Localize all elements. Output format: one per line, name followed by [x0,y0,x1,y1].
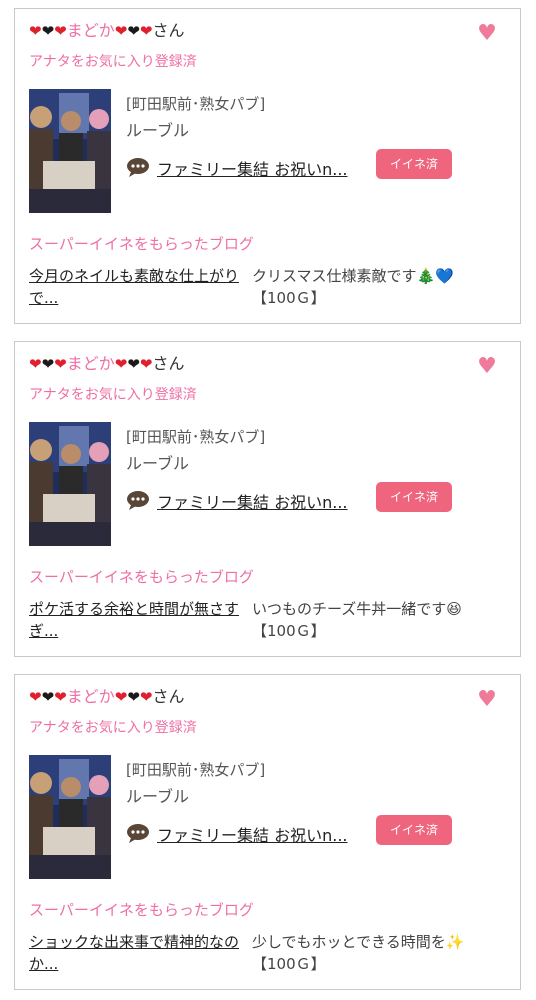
iine-done-badge: イイネ済 [376,815,452,845]
blog-thumbnail[interactable] [29,755,111,879]
thumbnail-photo [29,755,111,879]
comment-text: クリスマス仕様素敵です🎄💙 [252,267,454,285]
thumbnail-photo [29,422,111,546]
super-iine-heading: スーパーイイネをもらったブログ [29,235,254,253]
red-heart-icon: ❤ [139,688,153,706]
liked-blog-title-link[interactable]: ファミリー集結 お祝いn... [157,489,348,513]
shop-name[interactable]: ルーブル [126,783,189,807]
user-name[interactable]: まどか [67,687,115,707]
favorite-status: アナタをお気に入り登録済 [29,387,197,403]
user-line[interactable]: ❤ ❤ ❤ まどか ❤ ❤ ❤ さん [29,21,185,41]
speech-bubble-icon [127,491,149,510]
liked-card: ❤ ❤ ❤ まどか ❤ ❤ ❤ さん アナタをお気に入り登録済 ♥ [町田駅前･… [14,8,521,324]
red-heart-icon: ❤ [139,355,153,373]
my-blog-title-link[interactable]: ポケ活する余裕と時間が無さすぎ... [29,598,249,642]
black-heart-icon: ❤ [127,355,140,373]
black-heart-icon: ❤ [41,22,55,40]
thumbnail-photo [29,89,111,213]
comment-block: いつものチーズ牛丼一緒です😆 【100Ｇ】 [252,598,514,642]
my-blog-title-link[interactable]: ショックな出来事で精神的なのか... [29,931,249,975]
speech-bubble-icon [127,824,149,843]
my-blog-title-link[interactable]: 今月のネイルも素敵な仕上がりで... [29,265,249,309]
user-name[interactable]: まどか [67,21,115,41]
shop-area: [町田駅前･熟女パブ] [126,95,266,113]
red-heart-icon: ❤ [54,688,67,706]
red-heart-icon: ❤ [114,688,128,706]
red-heart-icon: ❤ [114,22,128,40]
red-heart-icon: ❤ [54,355,67,373]
red-heart-icon: ❤ [29,688,42,706]
user-line[interactable]: ❤ ❤ ❤ まどか ❤ ❤ ❤ さん [29,354,185,374]
black-heart-icon: ❤ [41,355,55,373]
iine-done-badge: イイネ済 [376,149,452,179]
iine-done-badge: イイネ済 [376,482,452,512]
heart-icon[interactable]: ♥ [476,356,498,378]
user-line[interactable]: ❤ ❤ ❤ まどか ❤ ❤ ❤ さん [29,687,185,707]
liked-blog-title-link[interactable]: ファミリー集結 お祝いn... [157,822,348,846]
shop-name[interactable]: ルーブル [126,450,189,474]
favorite-status: アナタをお気に入り登録済 [29,54,197,70]
black-heart-icon: ❤ [41,688,55,706]
comment-text: いつものチーズ牛丼一緒です😆 [252,600,462,618]
heart-icon[interactable]: ♥ [476,689,498,711]
speech-bubble-icon [127,158,149,177]
honorific: さん [152,354,185,373]
red-heart-icon: ❤ [54,22,67,40]
shop-area: [町田駅前･熟女パブ] [126,761,266,779]
black-heart-icon: ❤ [127,22,140,40]
liked-blog-title-link[interactable]: ファミリー集結 お祝いn... [157,156,348,180]
comment-text: 少しでもホッとできる時間を✨ [252,933,465,951]
red-heart-icon: ❤ [29,22,42,40]
heart-icon[interactable]: ♥ [476,23,498,45]
red-heart-icon: ❤ [114,355,128,373]
points-text: 【100Ｇ】 [252,289,326,307]
shop-area: [町田駅前･熟女パブ] [126,428,266,446]
shop-name[interactable]: ルーブル [126,117,189,141]
favorite-status: アナタをお気に入り登録済 [29,720,197,736]
comment-block: クリスマス仕様素敵です🎄💙 【100Ｇ】 [252,265,514,309]
blog-thumbnail[interactable] [29,89,111,213]
comment-block: 少しでもホッとできる時間を✨ 【100Ｇ】 [252,931,514,975]
red-heart-icon: ❤ [139,22,153,40]
black-heart-icon: ❤ [127,688,140,706]
red-heart-icon: ❤ [29,355,42,373]
liked-card: ❤ ❤ ❤ まどか ❤ ❤ ❤ さん アナタをお気に入り登録済 ♥ [町田駅前･… [14,341,521,657]
points-text: 【100Ｇ】 [252,622,326,640]
liked-card: ❤ ❤ ❤ まどか ❤ ❤ ❤ さん アナタをお気に入り登録済 ♥ [町田駅前･… [14,674,521,990]
super-iine-heading: スーパーイイネをもらったブログ [29,568,254,586]
honorific: さん [152,21,185,40]
super-iine-heading: スーパーイイネをもらったブログ [29,901,254,919]
honorific: さん [152,687,185,706]
points-text: 【100Ｇ】 [252,955,326,973]
user-name[interactable]: まどか [67,354,115,374]
blog-thumbnail[interactable] [29,422,111,546]
